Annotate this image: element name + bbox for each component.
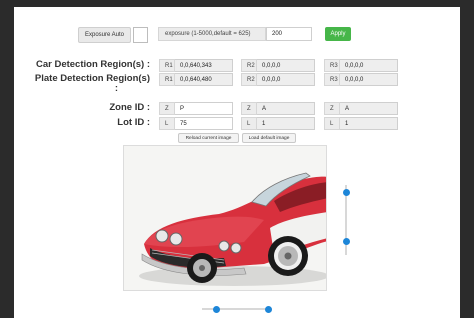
plate-region-2-group: R2 0,0,0,0 xyxy=(241,73,315,86)
zone-id-3-tag: Z xyxy=(324,102,340,115)
camera-image xyxy=(123,145,327,291)
plate-detection-label-colon: : xyxy=(114,83,118,94)
car-region-2-tag: R2 xyxy=(241,59,257,72)
exposure-auto-button[interactable]: Exposure Auto xyxy=(78,27,131,43)
vertical-slider-track[interactable] xyxy=(345,185,347,255)
zone-id-1-tag: Z xyxy=(159,102,175,115)
plate-region-3-group: R3 0,0,0,0 xyxy=(324,73,398,86)
lot-id-label: Lot ID : xyxy=(117,117,150,128)
plate-region-3-input[interactable]: 0,0,0,0 xyxy=(340,73,398,86)
vertical-slider-upper-handle[interactable] xyxy=(342,188,350,196)
car-region-1-group: R1 0,0,640,343 xyxy=(159,59,233,72)
zone-id-2-group: Z A xyxy=(241,102,315,115)
lot-id-3-input[interactable]: 1 xyxy=(340,117,398,130)
car-region-1-tag: R1 xyxy=(159,59,175,72)
lot-id-1-group: L 75 xyxy=(159,117,233,130)
car-illustration xyxy=(124,146,326,290)
zone-id-1-group: Z P xyxy=(159,102,233,115)
lot-id-2-input[interactable]: 1 xyxy=(257,117,315,130)
load-default-image-button[interactable]: Load default image xyxy=(242,133,296,143)
lot-id-3-tag: L xyxy=(324,117,340,130)
plate-region-1-tag: R1 xyxy=(159,73,175,86)
horizontal-slider-right-handle[interactable] xyxy=(265,305,272,313)
reload-image-button[interactable]: Reload current image xyxy=(178,133,239,143)
horizontal-slider-left-handle[interactable] xyxy=(212,305,220,313)
lot-id-2-group: L 1 xyxy=(241,117,315,130)
car-detection-label: Car Detection Region(s) : xyxy=(35,59,150,70)
apply-button[interactable]: Apply xyxy=(325,27,351,41)
lot-id-3-group: L 1 xyxy=(324,117,398,130)
settings-panel: Exposure Auto exposure (1-5000,default =… xyxy=(14,7,460,318)
exposure-auto-checkbox[interactable] xyxy=(133,27,148,43)
car-region-3-group: R3 0,0,0,0 xyxy=(324,59,398,72)
plate-region-1-input[interactable]: 0,0,640,480 xyxy=(175,73,233,86)
plate-region-2-input[interactable]: 0,0,0,0 xyxy=(257,73,315,86)
exposure-input[interactable]: 200 xyxy=(266,27,312,41)
car-region-3-input[interactable]: 0,0,0,0 xyxy=(340,59,398,72)
car-region-1-input[interactable]: 0,0,640,343 xyxy=(175,59,233,72)
zone-id-3-group: Z A xyxy=(324,102,398,115)
car-region-3-tag: R3 xyxy=(324,59,340,72)
car-region-2-group: R2 0,0,0,0 xyxy=(241,59,315,72)
vertical-slider-lower-handle[interactable] xyxy=(342,237,350,245)
zone-id-2-input[interactable]: A xyxy=(257,102,315,115)
zone-id-label: Zone ID : xyxy=(109,102,150,113)
plate-region-1-group: R1 0,0,640,480 xyxy=(159,73,233,86)
car-region-2-input[interactable]: 0,0,0,0 xyxy=(257,59,315,72)
zone-id-1-input[interactable]: P xyxy=(175,102,233,115)
lot-id-2-tag: L xyxy=(241,117,257,130)
plate-region-3-tag: R3 xyxy=(324,73,340,86)
lot-id-1-tag: L xyxy=(159,117,175,130)
exposure-label: exposure (1-5000,default = 625) xyxy=(158,27,266,41)
plate-region-2-tag: R2 xyxy=(241,73,257,86)
zone-id-2-tag: Z xyxy=(241,102,257,115)
lot-id-1-input[interactable]: 75 xyxy=(175,117,233,130)
zone-id-3-input[interactable]: A xyxy=(340,102,398,115)
